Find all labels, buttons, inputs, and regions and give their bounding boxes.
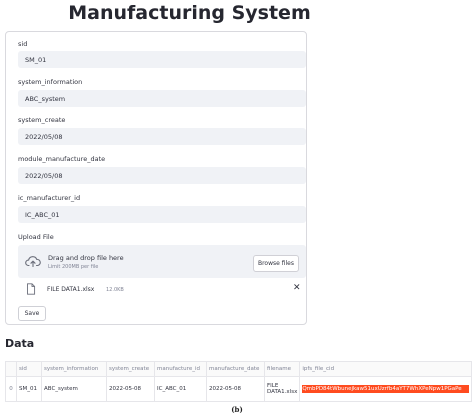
uploaded-file-name: FILE DATA1.xlsx — [47, 286, 95, 293]
column-header-manufacture-id[interactable]: manufacture_id — [154, 361, 207, 377]
system-create-label: system_create — [18, 116, 66, 124]
file-icon — [27, 283, 36, 295]
data-heading: Data — [5, 337, 35, 350]
figure-caption: (b) — [231, 405, 243, 414]
column-header-system-information[interactable]: system_information — [41, 361, 107, 377]
system-information-input[interactable]: ABC_system — [18, 90, 306, 107]
sid-value: SM_01 — [25, 56, 47, 64]
ic-manufacturer-id-value: IC_ABC_01 — [25, 211, 60, 219]
cloud-upload-icon — [25, 256, 41, 267]
column-header-system-create[interactable]: system_create — [106, 361, 155, 377]
uploaded-file-size: 12.0KB — [106, 286, 124, 293]
browse-files-button[interactable]: Browse files — [253, 255, 299, 272]
cell-system-create[interactable]: 2022-05-08 — [106, 376, 155, 402]
system-information-value: ABC_system — [25, 95, 66, 103]
cell-system-information[interactable]: ABC_system — [41, 376, 107, 402]
sid-label: sid — [18, 40, 28, 48]
ic-manufacturer-id-input[interactable]: IC_ABC_01 — [18, 206, 306, 223]
column-header-sid[interactable]: sid — [16, 361, 42, 377]
dropzone-limit: Limit 200MB per file — [48, 264, 99, 270]
system-create-value: 2022/05/08 — [25, 133, 63, 141]
column-header-ipfs-file-cid[interactable]: ipfs_file_cid — [299, 361, 473, 377]
cell-manufacture-date[interactable]: 2022-05-08 — [206, 376, 265, 402]
column-header-filename[interactable]: filename — [263, 361, 301, 377]
file-dropzone[interactable]: Drag and drop file here Limit 200MB per … — [18, 245, 306, 278]
system-create-input[interactable]: 2022/05/08 — [18, 128, 306, 145]
sid-input[interactable]: SM_01 — [18, 51, 306, 68]
table-header-row: sid system_information system_create man… — [5, 361, 473, 377]
upload-file-label: Upload File — [18, 233, 54, 241]
column-header-manufacture-date[interactable]: manufacture_date — [206, 361, 265, 377]
uploaded-file-row: FILE DATA1.xlsx 12.0KB ✕ — [18, 283, 306, 297]
cell-manufacture-id[interactable]: IC_ABC_01 — [154, 376, 207, 402]
page-title: Manufacturing System — [68, 2, 311, 24]
save-button[interactable]: Save — [18, 306, 46, 321]
table-row: 0 SM_01 ABC_system 2022-05-08 IC_ABC_01 … — [5, 376, 473, 402]
ipfs-file-cid-value: QmbPD84tWbunejkaw51uxUzrfb4aYT7WhXPeNpw1… — [302, 385, 470, 393]
ic-manufacturer-id-label: ic_manufacturer_id — [18, 194, 81, 202]
system-information-label: system_information — [18, 78, 83, 86]
filename-line-2: DATA1.xlsx — [267, 389, 298, 395]
module-manufacture-date-input[interactable]: 2022/05/08 — [18, 167, 306, 184]
cell-sid[interactable]: SM_01 — [16, 376, 42, 402]
dropzone-title: Drag and drop file here — [48, 254, 124, 262]
data-table: sid system_information system_create man… — [5, 361, 473, 402]
cell-ipfs-file-cid[interactable]: QmbPD84tWbunejkaw51uxUzrfb4aYT7WhXPeNpw1… — [299, 376, 473, 402]
remove-file-icon[interactable]: ✕ — [293, 283, 301, 293]
row-index: 0 — [5, 376, 17, 402]
module-manufacture-date-label: module_manufacture_date — [18, 155, 106, 163]
manufacturing-form: sid SM_01 system_information ABC_system … — [5, 31, 307, 325]
cell-filename[interactable]: FILE DATA1.xlsx — [263, 376, 301, 402]
column-header-index[interactable] — [5, 361, 17, 377]
module-manufacture-date-value: 2022/05/08 — [25, 172, 63, 180]
